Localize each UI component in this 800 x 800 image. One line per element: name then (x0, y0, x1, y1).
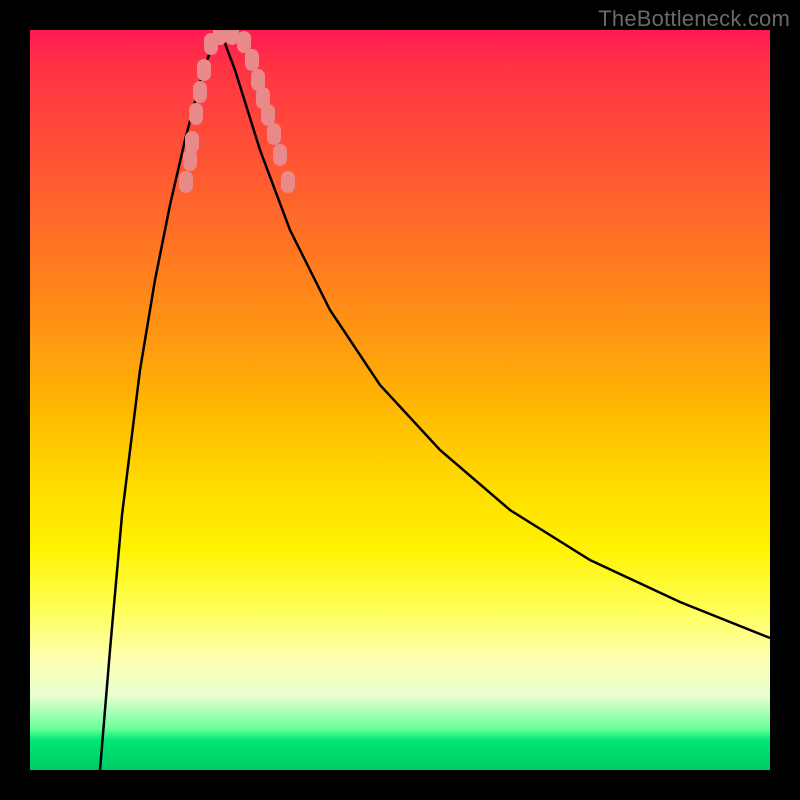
data-marker (193, 81, 207, 103)
data-marker (189, 103, 203, 125)
data-marker (267, 123, 281, 145)
data-marker (213, 30, 227, 45)
data-marker (273, 144, 287, 166)
data-marker (261, 104, 275, 126)
data-marker (225, 30, 239, 45)
bottleneck-chart (30, 30, 770, 770)
chart-frame (30, 30, 770, 770)
data-marker (179, 171, 193, 193)
data-marker (281, 171, 295, 193)
data-marker (245, 49, 259, 71)
curve-left-branch (100, 30, 220, 770)
curve-right-branch (220, 30, 770, 638)
data-marker (197, 59, 211, 81)
data-marker (237, 31, 251, 53)
data-marker (185, 131, 199, 153)
marker-cluster (179, 30, 295, 193)
watermark-text: TheBottleneck.com (598, 6, 790, 32)
